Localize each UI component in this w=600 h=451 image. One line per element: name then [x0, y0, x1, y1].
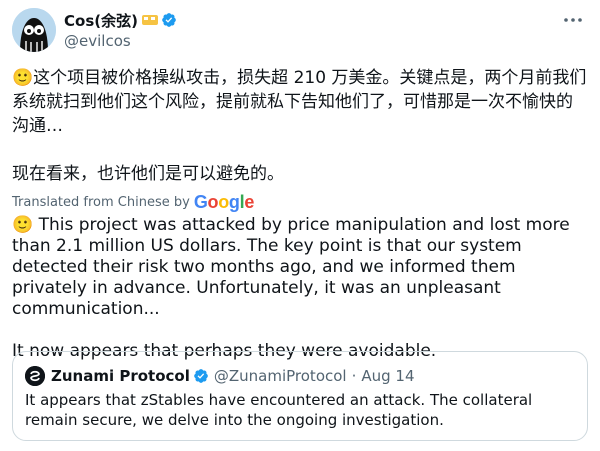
tweet-header: Cos(余弦) @evilcos: [12, 8, 588, 52]
translation-attribution[interactable]: Translated from Chinese by Google: [12, 192, 254, 212]
user-handle[interactable]: @evilcos: [64, 32, 177, 50]
zunami-logo-icon: [25, 366, 45, 386]
tweet-chinese-paragraph: 🙂这个项目被价格操纵攻击，损失超 210 万美金。关键点是，两个月前我们系统就扫…: [12, 68, 587, 136]
quoted-tweet-card[interactable]: Zunami Protocol @ZunamiProtocol · Aug 14…: [12, 351, 588, 441]
saluting-face-emoji-icon: [141, 15, 158, 25]
dot-separator: ·: [351, 367, 357, 385]
more-options-icon[interactable]: [562, 12, 584, 28]
avatar[interactable]: [12, 8, 56, 52]
display-name[interactable]: Cos(余弦): [64, 10, 138, 31]
quoted-tweet-text: It appears that zStables have encountere…: [25, 391, 533, 429]
quoted-handle[interactable]: @ZunamiProtocol: [214, 367, 347, 385]
tweet-english-paragraph: 🙂 This project was attacked by price man…: [12, 215, 570, 319]
quoted-display-name[interactable]: Zunami Protocol: [51, 367, 190, 385]
verified-badge-icon[interactable]: [161, 12, 177, 28]
avatar-cartoon-icon: [12, 8, 56, 52]
quoted-date[interactable]: Aug 14: [361, 367, 414, 385]
verified-badge-icon: [194, 369, 208, 383]
tweet-translated-text: 🙂 This project was attacked by price man…: [12, 215, 588, 362]
tweet-original-text: 🙂这个项目被价格操纵攻击，损失超 210 万美金。关键点是，两个月前我们系统就扫…: [12, 66, 588, 186]
translated-label: Translated from Chinese by: [12, 194, 190, 210]
google-logo: Google: [193, 191, 255, 212]
tweet-chinese-paragraph: 现在看来，也许他们是可以避免的。: [12, 164, 284, 184]
